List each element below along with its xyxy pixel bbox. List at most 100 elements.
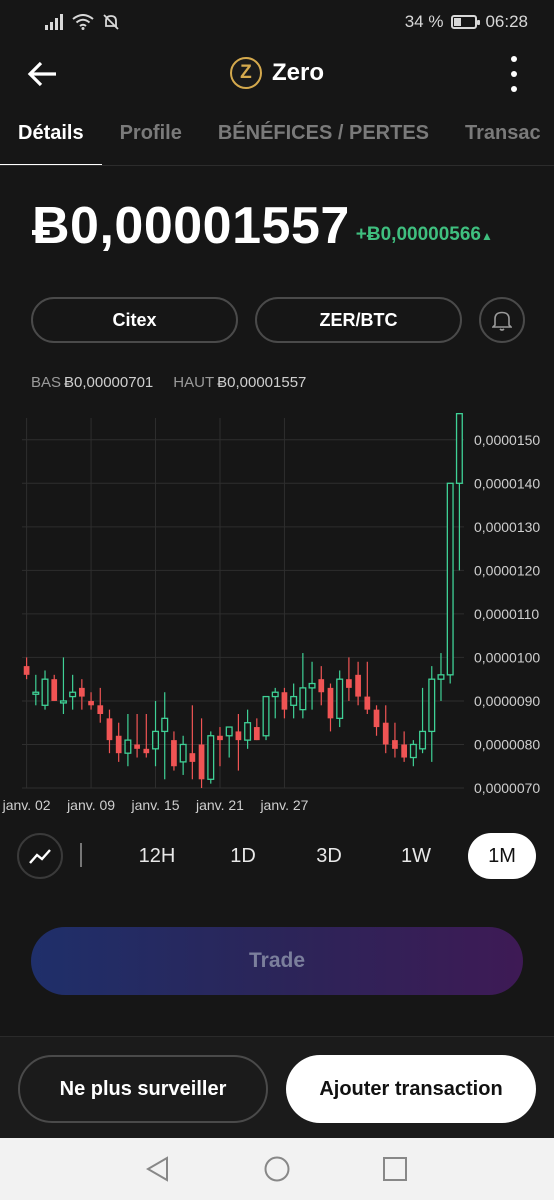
candle-body-down (346, 679, 352, 688)
candle-body-down (327, 687, 334, 719)
tab-transactions[interactable]: Transac (447, 104, 554, 165)
x-tick-label: janv. 15 (131, 797, 180, 813)
low-label: BAS (31, 374, 62, 391)
price-change-value: +Ƀ0,00000566 (355, 224, 481, 245)
candle-body-down (88, 700, 94, 706)
candle-body-down (281, 692, 288, 710)
candle-body-up (409, 743, 417, 759)
pair-selector[interactable]: ZER/BTC (255, 297, 462, 343)
candle-body-down (392, 740, 398, 749)
candle-body-down (355, 674, 361, 697)
candle-body-up (446, 482, 454, 676)
candle-body-up (69, 691, 77, 698)
candle-body-up (59, 700, 67, 704)
y-tick-label: 0,0000150 (474, 432, 540, 448)
trade-button[interactable]: Trade (31, 927, 523, 995)
bell-icon (492, 311, 512, 331)
candle-body-up (152, 730, 160, 750)
candle-body-down (97, 705, 104, 714)
candle-body-down (78, 687, 85, 697)
y-tick-label: 0,0000130 (474, 519, 540, 535)
timeframe-1w[interactable]: 1W (387, 833, 445, 879)
candle-body-up (455, 412, 463, 484)
y-tick-label: 0,0000070 (474, 780, 540, 796)
timeframe-1d[interactable]: 1D (214, 833, 272, 879)
price-alert-button[interactable] (479, 297, 525, 343)
x-tick-label: janv. 27 (259, 797, 308, 813)
candle-body-up (161, 717, 169, 733)
candle-body-down (401, 744, 408, 758)
tab-profile[interactable]: Profile (102, 104, 200, 165)
candle-body-down (23, 666, 30, 675)
candle-body-up (32, 691, 40, 695)
high-price: HAUT Ƀ0,00001557 (173, 374, 306, 391)
timeframe-1m[interactable]: 1M (468, 833, 536, 879)
candle-body-up (428, 678, 436, 733)
candle-body-up (299, 687, 307, 711)
battery-icon (451, 15, 481, 29)
candle-body-down (143, 748, 150, 754)
clock: 06:28 (485, 12, 528, 31)
candle-body-down (235, 731, 242, 741)
tab-details[interactable]: Détails (0, 104, 102, 165)
high-label: HAUT (173, 374, 215, 391)
bottom-action-bar: Ne plus surveiller Ajouter transaction (0, 1036, 554, 1138)
candle-body-down (382, 722, 389, 745)
candle-body-up (290, 695, 298, 706)
candle-body-up (124, 739, 132, 754)
candle-body-down (115, 735, 122, 754)
line-chart-toggle-icon[interactable] (17, 833, 63, 879)
timeframe-3d[interactable]: 3D (300, 833, 358, 879)
unwatch-button[interactable]: Ne plus surveiller (18, 1055, 268, 1123)
signal-icon (45, 14, 63, 30)
candle-body-up (437, 674, 445, 680)
candle-body-up (308, 682, 316, 689)
candle-body-down (217, 735, 223, 741)
system-nav-bar (0, 1138, 554, 1200)
candle-body-up (179, 743, 187, 763)
nav-recents-icon[interactable] (380, 1154, 410, 1184)
y-tick-label: 0,0000140 (474, 475, 540, 491)
candle-body-down (364, 696, 371, 710)
x-tick-label: janv. 02 (2, 797, 51, 813)
timeframe-12h[interactable]: 12H (128, 833, 186, 879)
y-tick-label: 0,0000090 (474, 693, 540, 709)
timeframe-selector: 12H 1D 3D 1W 1M (0, 831, 554, 879)
status-bar: 34 % 06:28 (0, 0, 554, 44)
low-price: BAS Ƀ0,00000701 (31, 374, 153, 391)
x-tick-label: janv. 21 (195, 797, 244, 813)
app-header: Z Zero (0, 44, 554, 104)
candle-body-up (244, 722, 252, 741)
add-transaction-button[interactable]: Ajouter transaction (286, 1055, 536, 1123)
candle-body-up (41, 678, 49, 706)
market-selectors: Citex ZER/BTC (31, 297, 525, 343)
up-arrow-icon: ▲ (480, 229, 493, 243)
candle-body-down (51, 679, 58, 701)
candle-body-down (253, 727, 260, 741)
exchange-selector[interactable]: Citex (31, 297, 238, 343)
candle-body-up (336, 678, 344, 720)
low-value: Ƀ0,00000701 (64, 374, 154, 391)
more-options-icon[interactable] (504, 56, 524, 92)
coin-title: Z Zero (0, 57, 554, 89)
candlestick-chart[interactable]: 0,0000150 0,0000140 0,0000130 0,0000120 0,00… (0, 410, 554, 820)
price-range: BAS Ƀ0,00000701 HAUT Ƀ0,00001557 (31, 374, 306, 391)
x-tick-label: janv. 09 (66, 797, 115, 813)
nav-home-icon[interactable] (262, 1154, 292, 1184)
candle-body-up (225, 726, 233, 737)
y-tick-label: 0,0000080 (474, 736, 540, 752)
candle-body-up (271, 691, 279, 698)
candle-body-down (189, 753, 196, 762)
candle-body-down (373, 709, 380, 728)
tab-profit-loss[interactable]: BÉNÉFICES / PERTES (200, 104, 447, 165)
coin-name: Zero (271, 59, 324, 86)
nav-back-icon[interactable] (143, 1154, 173, 1184)
candle-body-up (262, 695, 270, 737)
candle-body-up (419, 730, 427, 750)
candle-body-up (207, 735, 215, 780)
battery-percent: 34 % (404, 12, 444, 31)
price-change: +Ƀ0,00000566▲ (356, 224, 493, 246)
zero-coin-logo: Z (229, 57, 262, 89)
candle-body-down (106, 718, 113, 741)
mute-bell-icon (103, 14, 119, 30)
